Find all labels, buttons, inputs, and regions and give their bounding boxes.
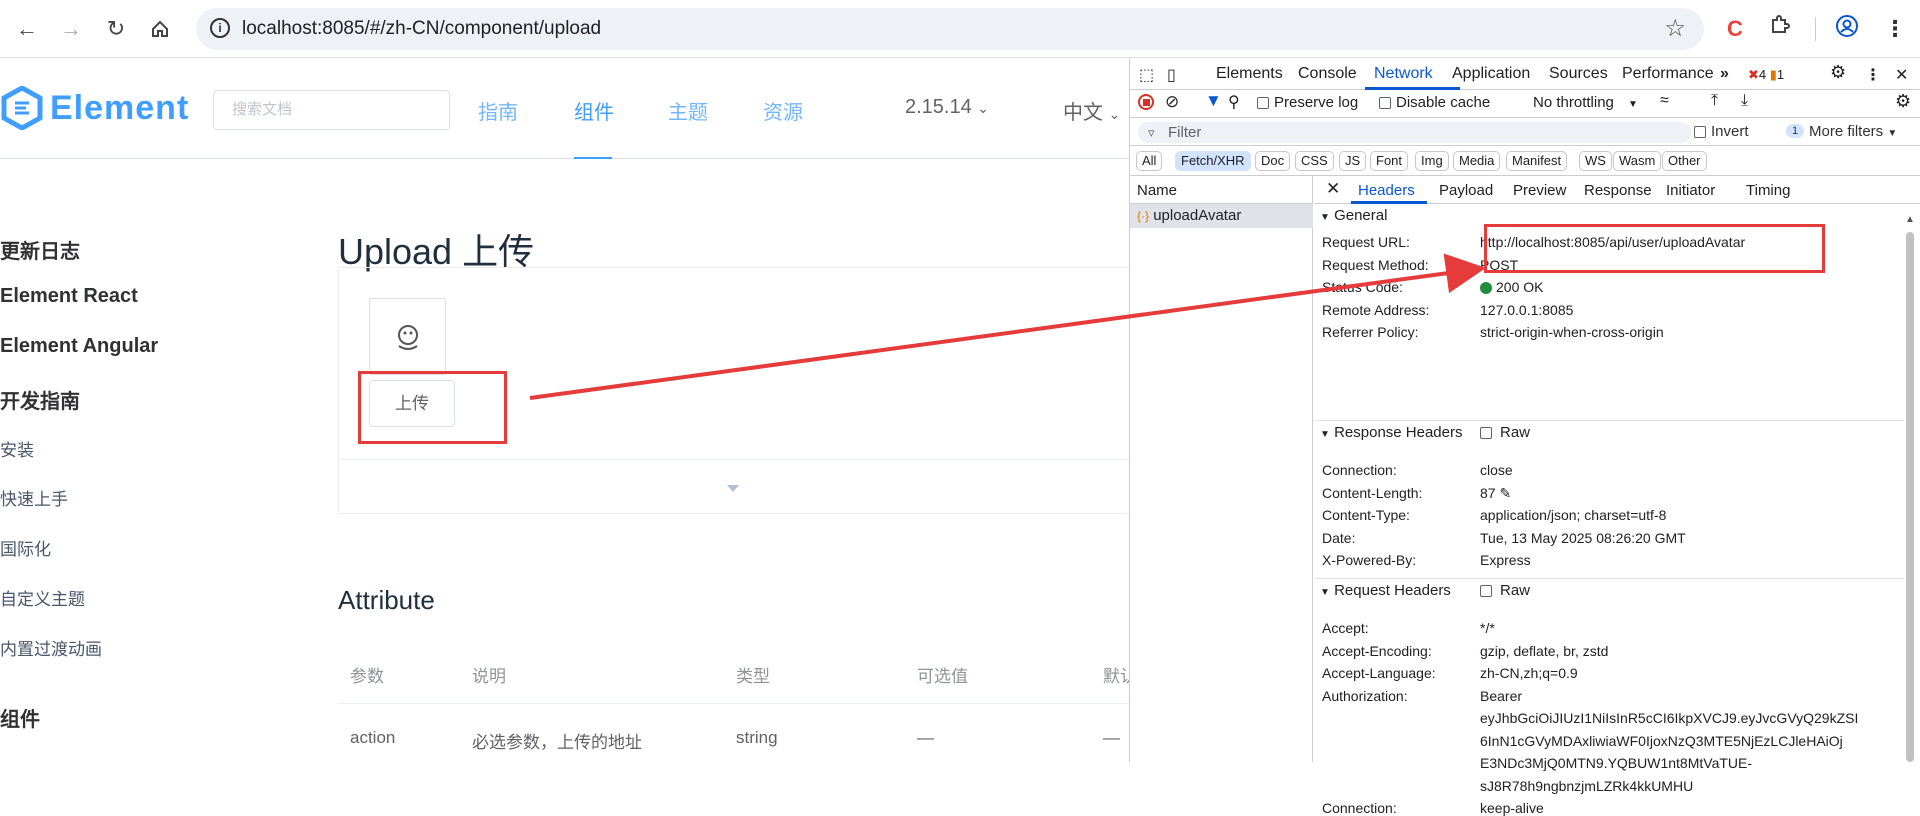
- header-key: Connection:: [1322, 800, 1397, 816]
- scroll-thumb[interactable]: [1906, 232, 1914, 762]
- header-value[interactable]: keep-alive: [1480, 800, 1544, 816]
- annotation-arrow: [529, 253, 1486, 400]
- annotation-arrow-line: [529, 253, 1486, 400]
- header-value[interactable]: sJ8R78h9ngbnzjmLZRk4kkUMHU: [1480, 778, 1693, 794]
- detail-scrollbar[interactable]: ▲: [1902, 214, 1918, 762]
- scroll-up-icon[interactable]: ▲: [1905, 214, 1915, 225]
